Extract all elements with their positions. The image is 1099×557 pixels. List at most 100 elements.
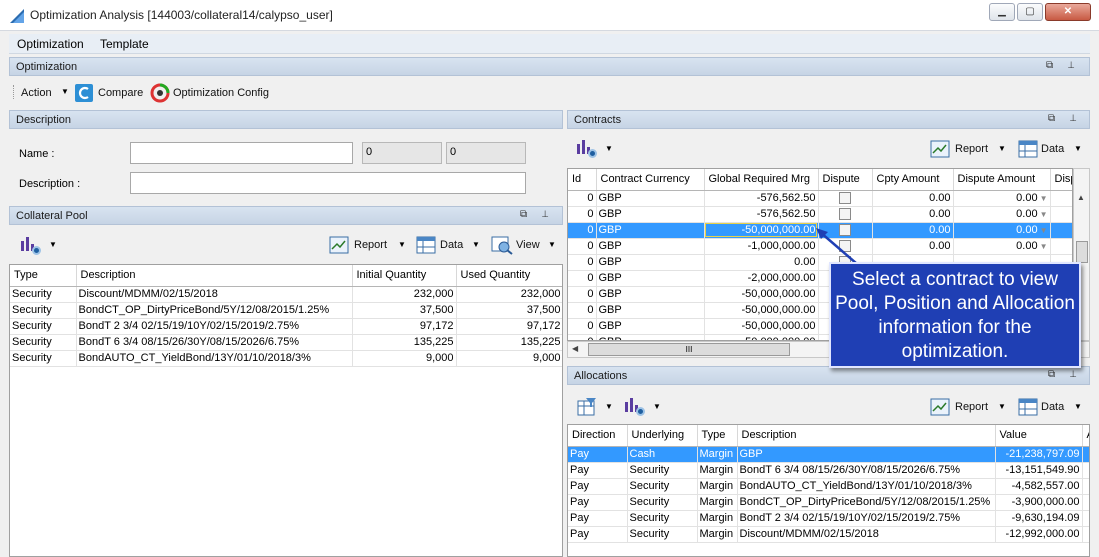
allocations-report-icon[interactable] (930, 398, 950, 416)
collateral_pool-column-header[interactable]: Type (10, 265, 77, 287)
contracts-data-icon[interactable] (1018, 140, 1038, 158)
pool-data-dropdown-icon[interactable]: ▼ (472, 240, 480, 249)
allocations-data-button[interactable]: Data (1041, 401, 1064, 413)
pool-view-button[interactable]: View (516, 239, 540, 251)
panel-restore-pin-icon[interactable]: ⧉ ⊥ (1046, 60, 1080, 71)
name-label: Name : (19, 148, 55, 160)
allocations-row[interactable]: Pay Security Margin BondT 2 3/4 02/15/19/10… (568, 510, 1089, 527)
dispute-amount-value: 0.00 (1016, 208, 1038, 220)
menu-bar: Optimization Template (9, 34, 1090, 54)
pool-report-dropdown-icon[interactable]: ▼ (398, 240, 406, 249)
allocations-column-header[interactable]: Direction (568, 425, 628, 447)
menu-optimization[interactable]: Optimization (17, 37, 84, 51)
contracts-data-dropdown-icon[interactable]: ▼ (1074, 144, 1082, 153)
name-input[interactable] (130, 142, 353, 164)
allocations-column-header[interactable]: Value (995, 425, 1083, 447)
contracts-column-header[interactable]: Disp (1050, 169, 1072, 191)
collateral_pool-column-header[interactable]: Used Quantity (456, 265, 562, 287)
allocations-column-header[interactable]: Description (737, 425, 996, 447)
collateral_pool-row[interactable]: Security Discount/MDMM/02/15/2018 232,000 2… (10, 286, 562, 303)
allocations-row[interactable]: Pay Security Margin BondT 6 3/4 08/15/26/30… (568, 462, 1089, 479)
allocations-column-header[interactable]: Type (697, 425, 738, 447)
compare-button[interactable]: Compare (98, 87, 143, 99)
scroll-left-icon[interactable]: ◀ (572, 344, 578, 353)
contracts-cell (818, 206, 873, 223)
dispute-amount-dropdown-icon[interactable]: ▼ (1040, 210, 1048, 219)
pool-report-button[interactable]: Report (354, 239, 387, 251)
dispute-amount-value: 0.00 (1016, 240, 1038, 252)
menu-template[interactable]: Template (100, 37, 149, 51)
collateral_pool-column-header[interactable]: Description (76, 265, 353, 287)
contracts-cell: 0 (568, 334, 597, 340)
allocations-cell: Discount/MDMM/02/15/2018 (737, 526, 996, 543)
collateral_pool-cell: BondAUTO_CT_YieldBond/13Y/01/10/2018/3% (76, 350, 353, 367)
scroll-up-icon[interactable]: ▲ (1077, 193, 1085, 202)
action-dropdown-icon[interactable]: ▼ (61, 87, 69, 96)
allocations-chart-dropdown-icon[interactable]: ▼ (653, 402, 661, 411)
report-icon[interactable] (329, 236, 349, 254)
close-button[interactable]: ✕ (1045, 3, 1091, 21)
data-icon[interactable] (416, 236, 436, 254)
contracts-chart-dropdown-icon[interactable]: ▼ (605, 144, 613, 153)
filter-grid-icon[interactable] (577, 397, 597, 417)
allocations-column-header[interactable]: A (1082, 425, 1089, 447)
allocations-report-dropdown-icon[interactable]: ▼ (998, 402, 1006, 411)
contracts-column-header[interactable]: Dispute Amount (953, 169, 1051, 191)
allocations-chart-config-icon[interactable] (625, 398, 645, 416)
description-input[interactable] (130, 172, 526, 194)
dispute-amount-dropdown-icon[interactable]: ▼ (1040, 226, 1048, 235)
compare-icon[interactable] (74, 83, 94, 103)
contracts-row[interactable]: 0 GBP -576,562.50 0.00 0.00 ▼ (568, 190, 1072, 207)
allocations-cell: Security (627, 526, 698, 543)
chart-config-icon[interactable] (21, 237, 41, 255)
pool-view-dropdown-icon[interactable]: ▼ (548, 240, 556, 249)
pool-restore-pin-icon[interactable]: ⧉ ⊥ (520, 209, 554, 220)
optimization-config-button[interactable]: Optimization Config (173, 87, 269, 99)
allocations-data-icon[interactable] (1018, 398, 1038, 416)
contracts-restore-pin-icon[interactable]: ⧉ ⊥ (1048, 113, 1082, 124)
collateral_pool-row[interactable]: Security BondT 6 3/4 08/15/26/30Y/08/15/2… (10, 334, 562, 351)
filter-dropdown-icon[interactable]: ▼ (605, 402, 613, 411)
dispute-amount-dropdown-icon[interactable]: ▼ (1040, 194, 1048, 203)
contracts-column-header[interactable]: Contract Currency (596, 169, 705, 191)
collateral_pool-cell: 232,000 (352, 286, 457, 303)
readonly-field-a: 0 (362, 142, 442, 164)
contracts-column-header[interactable]: Id (568, 169, 597, 191)
contracts-column-header[interactable]: Global Required Mrg (704, 169, 819, 191)
collateral_pool-cell: 232,000 (456, 286, 562, 303)
restore-button[interactable]: ▢ (1017, 3, 1043, 21)
allocations-row[interactable]: Pay Security Margin Discount/MDMM/02/15/201… (568, 526, 1089, 543)
allocations-row[interactable]: Pay Security Margin BondCT_OP_DirtyPriceBon… (568, 494, 1089, 511)
contracts-report-icon[interactable] (930, 140, 950, 158)
allocations-report-button[interactable]: Report (955, 401, 988, 413)
contracts-report-dropdown-icon[interactable]: ▼ (998, 144, 1006, 153)
dispute-checkbox[interactable] (839, 192, 851, 205)
allocations-restore-pin-icon[interactable]: ⧉ ⊥ (1048, 369, 1082, 380)
minimize-button[interactable]: ▁ (989, 3, 1015, 21)
collateral_pool-row[interactable]: Security BondAUTO_CT_YieldBond/13Y/01/10/… (10, 350, 562, 367)
contracts-data-button[interactable]: Data (1041, 143, 1064, 155)
collateral_pool-row[interactable]: Security BondT 2 3/4 02/15/19/10Y/02/15/2… (10, 318, 562, 335)
action-menu-button[interactable]: Action (21, 87, 52, 99)
contracts-cell: 0.00 (872, 222, 954, 239)
contracts-vscroll-thumb[interactable] (1076, 241, 1088, 263)
pool-data-button[interactable]: Data (440, 239, 463, 251)
collateral_pool-column-header[interactable]: Initial Quantity (352, 265, 457, 287)
allocations-column-header[interactable]: Underlying (627, 425, 698, 447)
allocations-row[interactable]: Pay Security Margin BondAUTO_CT_YieldBond/1… (568, 478, 1089, 495)
contracts-hscroll-thumb[interactable]: III (588, 343, 790, 356)
contracts-chart-config-icon[interactable] (577, 140, 597, 158)
contracts-column-header[interactable]: Cpty Amount (872, 169, 954, 191)
allocations-cell: -9,630,194.09 (995, 510, 1083, 527)
dispute-amount-dropdown-icon[interactable]: ▼ (1040, 242, 1048, 251)
optimization-config-icon[interactable] (150, 83, 170, 103)
allocations-data-dropdown-icon[interactable]: ▼ (1074, 402, 1082, 411)
view-icon[interactable] (491, 235, 513, 255)
contracts-column-header[interactable]: Dispute (818, 169, 873, 191)
allocations-row[interactable]: Pay Cash Margin GBP -21,238,797.09 (568, 446, 1089, 463)
chart-dropdown-icon[interactable]: ▼ (49, 240, 57, 249)
contracts-row[interactable]: 0 GBP -576,562.50 0.00 0.00 ▼ (568, 206, 1072, 223)
contracts-report-button[interactable]: Report (955, 143, 988, 155)
collateral_pool-row[interactable]: Security BondCT_OP_DirtyPriceBond/5Y/12/0… (10, 302, 562, 319)
dispute-checkbox[interactable] (839, 208, 851, 221)
